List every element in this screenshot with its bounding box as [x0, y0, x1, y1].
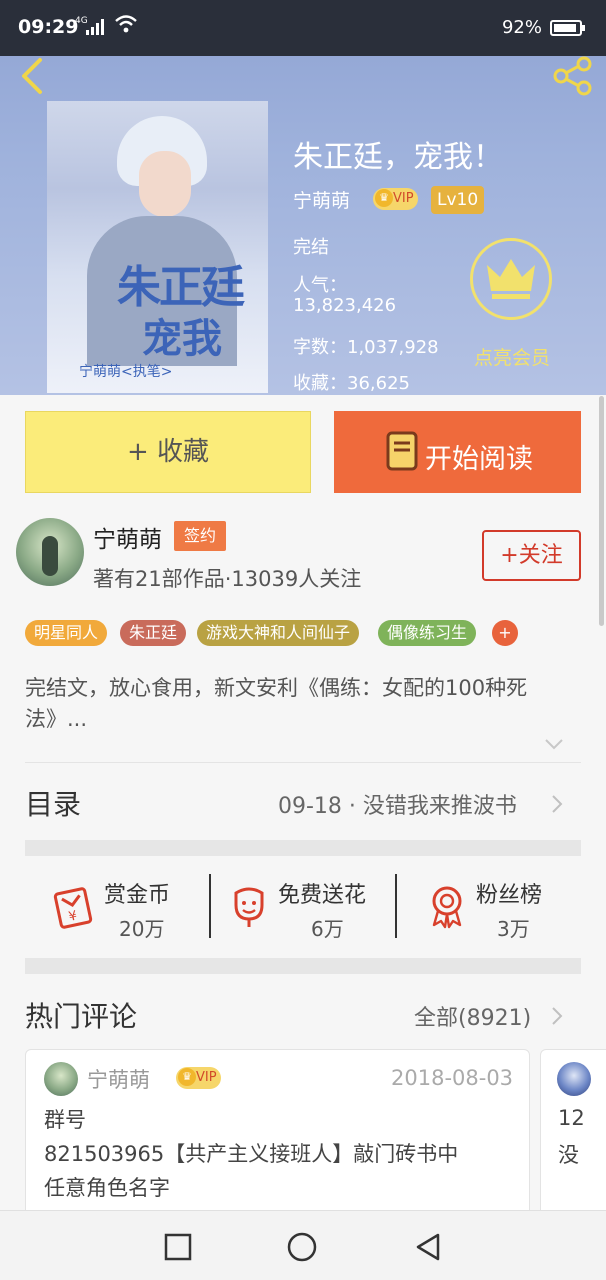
add-favorite-button[interactable]: + 收藏 [25, 411, 311, 493]
cover-byline: 宁萌萌<执笔> [79, 364, 173, 380]
svg-text:¥: ¥ [67, 909, 78, 925]
vip-badge: ♛ VIP [176, 1067, 221, 1089]
author-summary: 著有21部作品·13039人关注 [93, 567, 362, 591]
comment-user[interactable]: 宁萌萌 [87, 1064, 150, 1094]
red-envelope-icon: ¥ [52, 883, 98, 929]
book-author[interactable]: 宁萌萌 [293, 190, 350, 212]
divider [395, 874, 397, 938]
follow-button[interactable]: +关注 [482, 530, 581, 581]
reward-coins-label: 赏金币 [104, 883, 171, 908]
status-time: 09:29 [18, 16, 79, 38]
crown-icon: ♛ [375, 188, 393, 207]
reward-coins[interactable]: ¥ 赏金币 20万 [52, 873, 202, 941]
author-name[interactable]: 宁萌萌 [93, 520, 162, 554]
member-label[interactable]: 点亮会员 [474, 343, 550, 370]
cover-subtitle: 宠我 [142, 315, 222, 362]
chevron-right-icon[interactable] [548, 793, 566, 815]
battery-icon [550, 20, 585, 36]
member-crown-icon[interactable] [470, 238, 552, 320]
scrollbar[interactable] [599, 396, 604, 626]
chevron-down-icon[interactable] [543, 733, 565, 755]
comment-card[interactable]: 宁萌萌 ♛ VIP 2018-08-03 群号 821503965【共产主义接班人… [25, 1049, 530, 1219]
status-bar: 09:29 4G 92% [0, 0, 606, 56]
tag-chip[interactable]: 朱正廷 [120, 620, 187, 646]
vip-badge: ♛ VIP [373, 188, 418, 210]
flower-icon [226, 883, 272, 929]
wifi-icon [114, 14, 138, 39]
popularity-value: 13,823,426 [293, 295, 397, 316]
fan-ranking-label: 粉丝榜 [476, 883, 543, 908]
back-nav-icon[interactable] [412, 1231, 444, 1263]
tag-chip[interactable]: 明星同人 [25, 620, 108, 646]
book-cover[interactable]: 朱正廷 宠我 宁萌萌<执笔> [47, 101, 268, 393]
start-reading-button[interactable]: 开始阅读 [334, 411, 581, 493]
more-tags-button[interactable]: + [492, 620, 518, 646]
popularity-label: 人气： [293, 275, 347, 296]
section-separator [25, 840, 581, 856]
section-separator [25, 958, 581, 974]
author-avatar[interactable] [16, 518, 84, 586]
free-flowers[interactable]: 免费送花 6万 [226, 873, 386, 941]
word-count: 字数：1,037,928 [293, 337, 439, 358]
home-icon[interactable] [286, 1231, 318, 1263]
medal-icon [424, 883, 470, 929]
fan-ranking-value: 3万 [497, 917, 530, 941]
comment-body: 群号 821503965【共产主义接班人】敲门砖书中 任意角色名字 [44, 1108, 459, 1200]
battery-percent: 92% [501, 17, 542, 38]
hot-comments-title: 热门评论 [25, 1000, 138, 1033]
tag-chip[interactable]: 偶像练习生 [378, 620, 477, 646]
favorite-count: 收藏：36,625 [293, 373, 410, 394]
comment-card[interactable]: 12 没 [540, 1049, 606, 1219]
avatar[interactable] [557, 1062, 591, 1096]
comment-body-line: 12 [558, 1106, 585, 1130]
tag-chip[interactable]: 游戏大神和人间仙子 [197, 620, 360, 646]
avatar[interactable] [44, 1062, 78, 1096]
chevron-right-icon[interactable] [548, 1005, 566, 1027]
system-nav-bar [0, 1210, 606, 1280]
book-icon [386, 431, 418, 478]
comment-date: 2018-08-03 [391, 1066, 514, 1090]
free-flowers-label: 免费送花 [278, 883, 367, 908]
toc-label[interactable]: 目录 [25, 783, 81, 823]
book-author-row[interactable]: 宁萌萌 ♛ VIP Lv10 [293, 186, 485, 214]
share-icon[interactable] [550, 56, 596, 96]
recent-apps-icon[interactable] [162, 1231, 194, 1263]
crown-icon: ♛ [178, 1067, 196, 1086]
book-title: 朱正廷，宠我！ [293, 140, 503, 175]
divider [209, 874, 211, 938]
free-flowers-value: 6万 [311, 917, 344, 941]
all-comments-link[interactable]: 全部(8921) [414, 1000, 531, 1032]
book-description: 完结文，放心食用，新文安利《偶练：女配的100种死法》... [25, 676, 528, 731]
book-status: 完结 [293, 237, 329, 258]
reward-coins-value: 20万 [119, 917, 165, 941]
signal-icon [86, 19, 106, 35]
start-reading-label: 开始阅读 [425, 444, 533, 475]
comment-body-line: 没 [558, 1143, 579, 1167]
latest-chapter[interactable]: 09-18 · 没错我来推波书 [278, 788, 517, 820]
back-icon[interactable] [14, 56, 54, 96]
fan-ranking[interactable]: 粉丝榜 3万 [424, 873, 564, 941]
divider [25, 762, 581, 763]
level-badge: Lv10 [431, 186, 485, 214]
signed-badge: 签约 [174, 521, 226, 551]
